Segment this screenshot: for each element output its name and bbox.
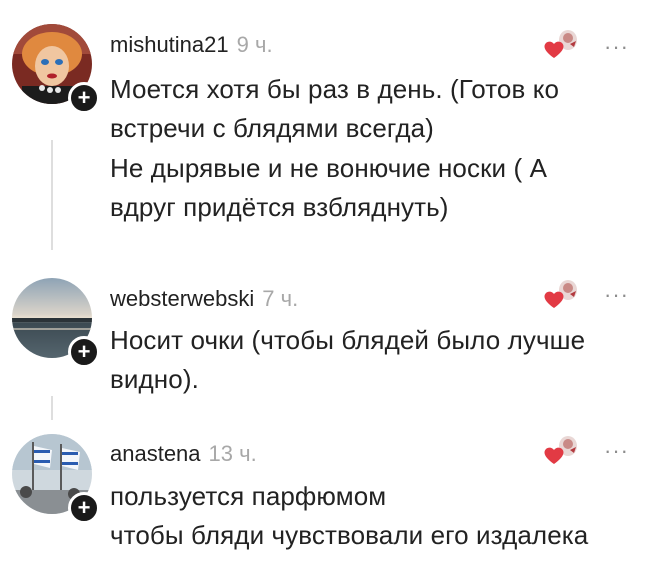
avatar-wrap[interactable]: + bbox=[12, 278, 100, 368]
comment-text-line: видно). bbox=[110, 364, 199, 394]
thread-line bbox=[51, 140, 53, 250]
comment-author[interactable]: mishutina21 9 ч. bbox=[110, 32, 273, 58]
username[interactable]: websterwebski bbox=[110, 286, 254, 311]
follow-plus-icon[interactable]: + bbox=[68, 336, 100, 368]
comment-text-line: Носит очки (чтобы блядей было лучше bbox=[110, 325, 586, 355]
timestamp: 7 ч. bbox=[262, 286, 299, 311]
avatar-wrap[interactable]: + bbox=[12, 434, 100, 524]
thread-line bbox=[51, 396, 53, 420]
timestamp: 9 ч. bbox=[236, 32, 273, 57]
comment-text-line: вдруг придётся взбляднуть) bbox=[110, 192, 449, 222]
more-dots-icon[interactable]: ··· bbox=[604, 282, 629, 308]
more-dots-icon[interactable]: ··· bbox=[604, 34, 629, 60]
comment-author[interactable]: anastena 13 ч. bbox=[110, 441, 257, 467]
timestamp: 13 ч. bbox=[208, 441, 257, 466]
comment-text-line: Не дырявые и не вонючие носки ( А bbox=[110, 153, 548, 183]
username[interactable]: anastena bbox=[110, 441, 201, 466]
comment-text-line: встречи с блядями всегда) bbox=[110, 113, 434, 143]
avatar-wrap[interactable]: + bbox=[12, 24, 100, 114]
comment-author[interactable]: websterwebski 7 ч. bbox=[110, 286, 298, 312]
heart-reaction-icon[interactable] bbox=[540, 26, 580, 62]
comment-text-line: чтобы бляди чувствовали его издалека bbox=[110, 520, 589, 550]
comment-text-line: Моется хотя бы раз в день. (Готов ко bbox=[110, 74, 560, 104]
heart-reaction-icon[interactable] bbox=[540, 432, 580, 468]
comment-text-line: пользуется парфюмом bbox=[110, 481, 387, 511]
follow-plus-icon[interactable]: + bbox=[68, 82, 100, 114]
username[interactable]: mishutina21 bbox=[110, 32, 229, 57]
follow-plus-icon[interactable]: + bbox=[68, 492, 100, 524]
more-dots-icon[interactable]: ··· bbox=[604, 438, 629, 464]
heart-reaction-icon[interactable] bbox=[540, 276, 580, 312]
